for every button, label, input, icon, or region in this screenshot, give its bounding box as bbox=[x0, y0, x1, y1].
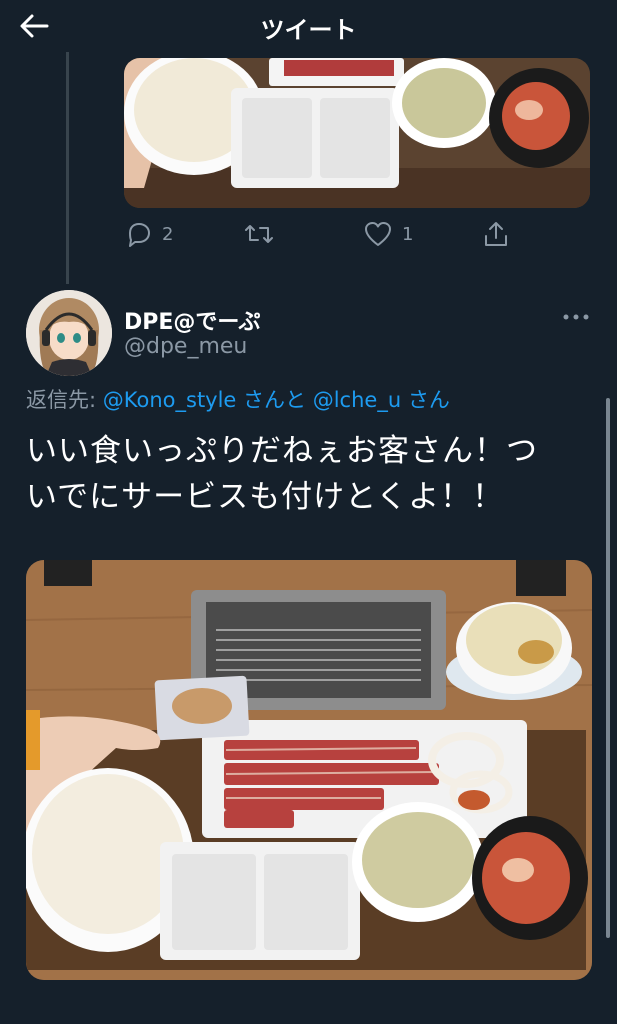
reply-prefix: 返信先: bbox=[26, 388, 103, 412]
page-title: ツイート bbox=[260, 16, 357, 44]
mention-suffix-2: さん bbox=[401, 388, 450, 412]
share-action[interactable] bbox=[482, 218, 510, 250]
top-bar: ツイート bbox=[0, 0, 617, 52]
tweet-text-line-2: いでにサービスも付けとくよ！！ bbox=[26, 479, 505, 515]
author-handle[interactable]: @dpe_meu bbox=[124, 334, 247, 359]
thread-connector-line bbox=[66, 52, 69, 284]
tweet-body: いい食いっぷりだねぇお客さん！つ いでにサービスも付けとくよ！！ bbox=[26, 428, 596, 520]
share-icon bbox=[485, 222, 507, 246]
mention-link-2[interactable]: @lche_u bbox=[313, 388, 401, 412]
more-dots-icon bbox=[563, 314, 589, 320]
mention-suffix-1: さんと bbox=[236, 388, 313, 412]
more-options-button[interactable] bbox=[556, 302, 596, 332]
like-action[interactable]: 1 bbox=[364, 218, 413, 250]
author-display-name[interactable]: DPE@でーぷ bbox=[124, 304, 261, 336]
heart-icon bbox=[365, 222, 391, 246]
mention-link-1[interactable]: @Kono_style bbox=[103, 388, 237, 412]
scrollbar[interactable] bbox=[606, 398, 610, 938]
tweet-text-line-1: いい食いっぷりだねぇお客さん！つ bbox=[26, 433, 538, 469]
retweet-icon bbox=[245, 225, 273, 243]
previous-tweet-photo[interactable] bbox=[124, 58, 590, 208]
reply-to-line: 返信先: @Kono_style さんと @lche_u さん bbox=[26, 384, 450, 414]
avatar[interactable] bbox=[26, 290, 112, 376]
retweet-action[interactable] bbox=[244, 218, 284, 250]
tweet-action-bar: 2 1 bbox=[124, 218, 524, 250]
tweet-photo[interactable] bbox=[26, 560, 592, 980]
like-count: 1 bbox=[402, 223, 414, 245]
reply-count: 2 bbox=[162, 223, 174, 245]
reply-action[interactable]: 2 bbox=[126, 218, 173, 250]
reply-icon bbox=[129, 223, 150, 247]
